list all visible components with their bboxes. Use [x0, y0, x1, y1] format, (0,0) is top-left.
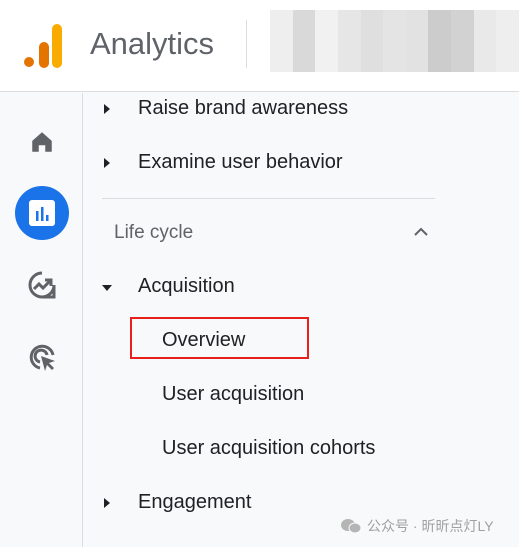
redaction-pixel: [337, 30, 361, 52]
google-analytics-logo: [24, 24, 62, 68]
redaction-pixel: [405, 30, 429, 52]
redaction-pixel: [473, 30, 497, 52]
redaction-pixel: [405, 10, 429, 31]
nav-item-user-acquisition[interactable]: User acquisition: [162, 383, 304, 406]
redaction-pixel: [292, 30, 316, 52]
redaction-pixel: [428, 30, 452, 52]
advertising-icon: [29, 344, 55, 371]
redaction-pixel: [337, 10, 361, 31]
redaction-pixel: [315, 30, 338, 52]
redaction-pixel: [428, 51, 452, 72]
redaction-pixel: [270, 30, 293, 52]
nav-item-acquisition[interactable]: Acquisition: [138, 275, 235, 298]
wechat-icon: [341, 519, 362, 534]
chevron-up-icon[interactable]: [413, 226, 429, 238]
home-icon: [32, 132, 52, 152]
redaction-pixel: [360, 30, 384, 52]
redaction-pixel: [337, 51, 361, 72]
collapse-arrow-icon[interactable]: [102, 285, 112, 291]
redaction-pixel: [496, 10, 519, 31]
expand-arrow-icon[interactable]: [104, 158, 110, 168]
highlight-box: [130, 317, 309, 359]
explore-icon: [28, 271, 56, 299]
nav-item-user-acquisition-cohorts[interactable]: User acquisition cohorts: [162, 437, 375, 460]
redaction-pixel: [451, 10, 474, 31]
redaction-pixel: [383, 51, 406, 72]
redaction-pixel: [383, 10, 406, 31]
nav-item-raise-brand-awareness[interactable]: Raise brand awareness: [138, 97, 348, 120]
rail-advertising[interactable]: [15, 330, 69, 384]
watermark: 公众号 · 昕昕点灯LY: [340, 516, 494, 536]
rail-explore[interactable]: [15, 258, 69, 312]
redaction-pixel: [496, 30, 519, 52]
redaction-pixel: [270, 10, 293, 31]
divider: [102, 198, 435, 199]
redaction-pixel: [383, 30, 406, 52]
redaction-pixel: [270, 51, 293, 72]
redaction-pixel: [315, 10, 338, 31]
redaction-pixel: [473, 51, 497, 72]
redaction-pixel: [405, 51, 429, 72]
redaction-pixel: [292, 51, 316, 72]
redaction-pixel: [360, 51, 384, 72]
expand-arrow-icon[interactable]: [104, 498, 110, 508]
redaction-pixel: [473, 10, 497, 31]
redaction-pixel: [360, 10, 384, 31]
app-title: Analytics: [90, 26, 215, 61]
redaction-pixel: [292, 10, 316, 31]
divider: [246, 20, 247, 68]
rail-reports[interactable]: [15, 186, 69, 240]
rail-home[interactable]: [15, 115, 69, 169]
redaction-pixel: [451, 51, 474, 72]
watermark-text: 公众号 · 昕昕点灯LY: [367, 518, 494, 534]
redaction-pixel: [315, 51, 338, 72]
redaction-pixel: [496, 51, 519, 72]
account-selector-redacted[interactable]: [270, 10, 519, 72]
redaction-pixel: [428, 10, 452, 31]
header: Analytics: [0, 0, 519, 92]
left-rail: [0, 93, 83, 547]
redaction-pixel: [451, 30, 474, 52]
section-life-cycle[interactable]: Life cycle: [114, 222, 193, 244]
nav-item-engagement[interactable]: Engagement: [138, 491, 251, 514]
expand-arrow-icon[interactable]: [104, 104, 110, 114]
reports-icon: [29, 200, 55, 226]
nav-item-examine-user-behavior[interactable]: Examine user behavior: [138, 151, 343, 174]
